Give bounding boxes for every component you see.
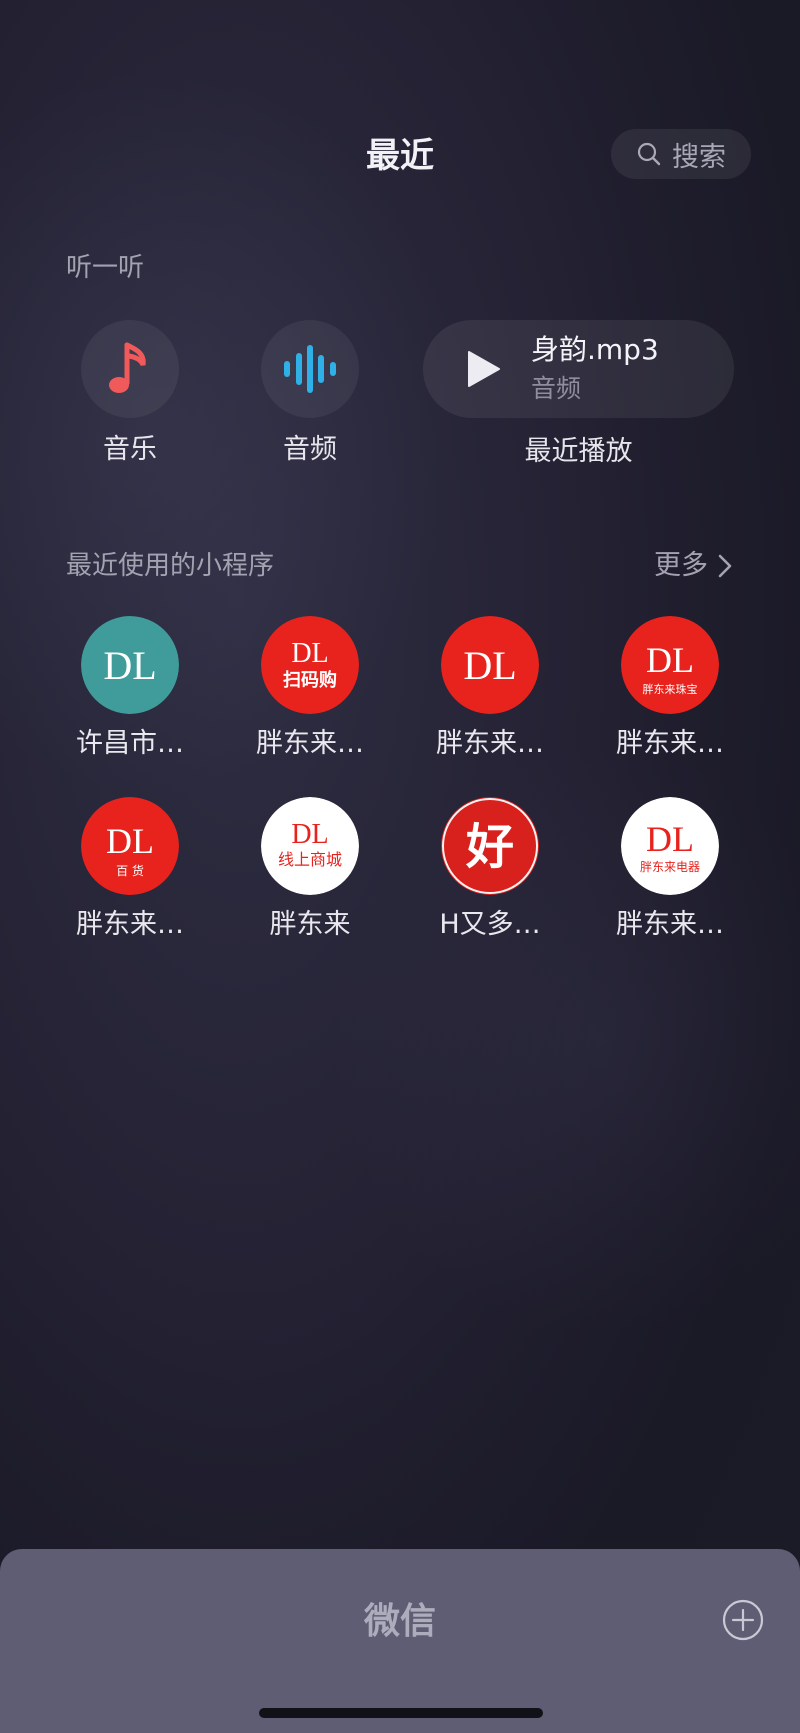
audio-entry[interactable]: 音频 [240,320,380,470]
music-note-icon [109,342,146,393]
search-label: 搜索 [672,141,726,173]
mini-program-5-logo-sub: 百 货 [116,863,144,878]
hao-logo-icon: 好 [441,797,539,895]
mini-program-6-logo-sub: 线上商城 [278,850,342,869]
dl-electronics-logo-icon: DL 胖东来电器 [621,797,719,895]
listen-section-label: 听一听 [66,253,145,283]
mini-program-7[interactable]: 好 H又多… [415,797,565,945]
dl-online-mall-logo-icon: DL 线上商城 [261,797,359,895]
audio-wave-icon [284,345,336,393]
mini-program-7-logo-text: 好 [465,819,514,875]
dl-department-logo-icon: DL 百 货 [81,797,179,895]
mini-program-8-logo-text: DL [646,819,694,859]
search-button[interactable]: 搜索 [611,129,751,179]
mini-programs-section-label: 最近使用的小程序 [66,551,275,581]
mini-program-1-logo-text: DL [103,643,156,688]
mini-program-label: 胖东来… [616,909,724,940]
audio-icon-circle [261,320,359,418]
mini-program-label: 许昌市… [76,728,184,759]
recent-play-label: 最近播放 [524,436,633,467]
add-circle-icon[interactable] [722,1599,764,1641]
bottom-sheet[interactable]: 微信 [0,1549,800,1733]
search-icon [637,142,661,166]
chevron-right-icon [718,554,732,578]
mini-program-4-logo-sub: 胖东来珠宝 [643,682,698,696]
recent-play-card[interactable]: 身韵.mp3 音频 [423,320,734,418]
mini-program-5[interactable]: DL 百 货 胖东来… [55,797,205,945]
mini-program-3-logo-text: DL [463,643,516,688]
mini-program-label: 胖东来… [256,728,364,759]
recent-track-name: 身韵.mp3 [531,333,659,366]
recent-track-type: 音频 [531,374,582,403]
mini-program-2[interactable]: DL 扫码购 胖东来… [235,616,385,764]
music-entry[interactable]: 音乐 [60,320,200,470]
dl-jewelry-logo-icon: DL 胖东来珠宝 [621,616,719,714]
music-label: 音乐 [103,434,157,465]
mini-program-label: 胖东来… [76,909,184,940]
mini-program-label: 胖东来… [616,728,724,759]
sheet-title: 微信 [363,1601,436,1642]
mini-program-2-logo-sub: 扫码购 [283,669,337,691]
mini-program-8[interactable]: DL 胖东来电器 胖东来… [595,797,745,945]
more-label: 更多 [654,550,708,581]
music-icon-circle [81,320,179,418]
play-icon [468,351,500,387]
mini-program-1[interactable]: DL 许昌市… [55,616,205,764]
mini-program-6[interactable]: DL 线上商城 胖东来 [235,797,385,945]
mini-program-5-logo-text: DL [106,821,154,861]
mini-program-label: 胖东来… [436,728,544,759]
dl-logo-icon: DL [81,616,179,714]
dl-scan-logo-icon: DL 扫码购 [261,616,359,714]
mini-program-3[interactable]: DL 胖东来… [415,616,565,764]
mini-program-label: 胖东来 [269,909,351,940]
audio-label: 音频 [283,434,337,465]
mini-program-label: H又多… [439,909,541,940]
mini-program-4-logo-text: DL [646,640,694,680]
mini-program-4[interactable]: DL 胖东来珠宝 胖东来… [595,616,745,764]
mini-program-8-logo-sub: 胖东来电器 [640,860,700,874]
dl-logo-icon: DL [441,616,539,714]
more-link[interactable]: 更多 [654,548,734,584]
home-indicator[interactable] [259,1708,543,1718]
mini-program-2-logo-text: DL [291,638,328,669]
mini-program-6-logo-text: DL [291,819,328,850]
